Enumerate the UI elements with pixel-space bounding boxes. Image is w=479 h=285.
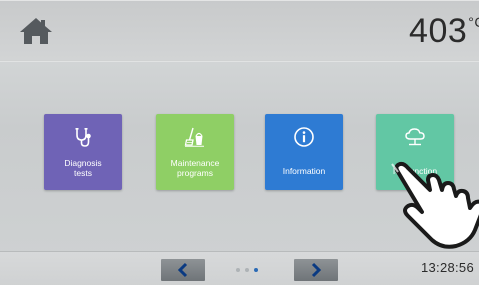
next-page-button[interactable] xyxy=(294,259,338,281)
tile-label: IoT function xyxy=(392,166,438,176)
temperature-unit: °C xyxy=(468,14,479,30)
iot-function-tile[interactable]: IoT function xyxy=(376,114,454,190)
info-icon xyxy=(294,127,314,147)
information-tile[interactable]: Information xyxy=(265,114,343,190)
tile-label: Information xyxy=(282,166,326,176)
header-divider xyxy=(0,60,479,62)
menu-tiles: Diagnosis tests Maintenance programs Infor… xyxy=(44,114,464,190)
cloud-icon xyxy=(405,128,425,146)
bottom-bar: 13:28:56 xyxy=(0,251,479,285)
temperature-display: 403°C xyxy=(409,12,479,51)
home-icon xyxy=(20,18,52,44)
top-bar: 403°C xyxy=(0,0,479,61)
diagnosis-tests-tile[interactable]: Diagnosis tests xyxy=(44,114,122,190)
broom-bucket-icon xyxy=(184,127,204,147)
tile-label: Maintenance programs xyxy=(170,158,220,178)
tile-label: Diagnosis tests xyxy=(64,158,102,178)
stethoscope-icon xyxy=(75,128,91,147)
page-dot xyxy=(245,268,249,272)
page-dot-active xyxy=(254,268,258,272)
page-indicator xyxy=(236,268,266,274)
previous-page-button[interactable] xyxy=(161,259,205,281)
furnace-screen: 403°C Diagnosistests Maint xyxy=(0,0,479,285)
chevron-left-icon xyxy=(177,262,188,278)
home-button[interactable] xyxy=(18,16,54,46)
chevron-right-icon xyxy=(311,262,322,278)
page-dot xyxy=(236,268,240,272)
maintenance-programs-tile[interactable]: Maintenance programs xyxy=(156,114,234,190)
clock-display: 13:28:56 xyxy=(420,260,474,275)
temperature-value: 403 xyxy=(409,12,468,50)
